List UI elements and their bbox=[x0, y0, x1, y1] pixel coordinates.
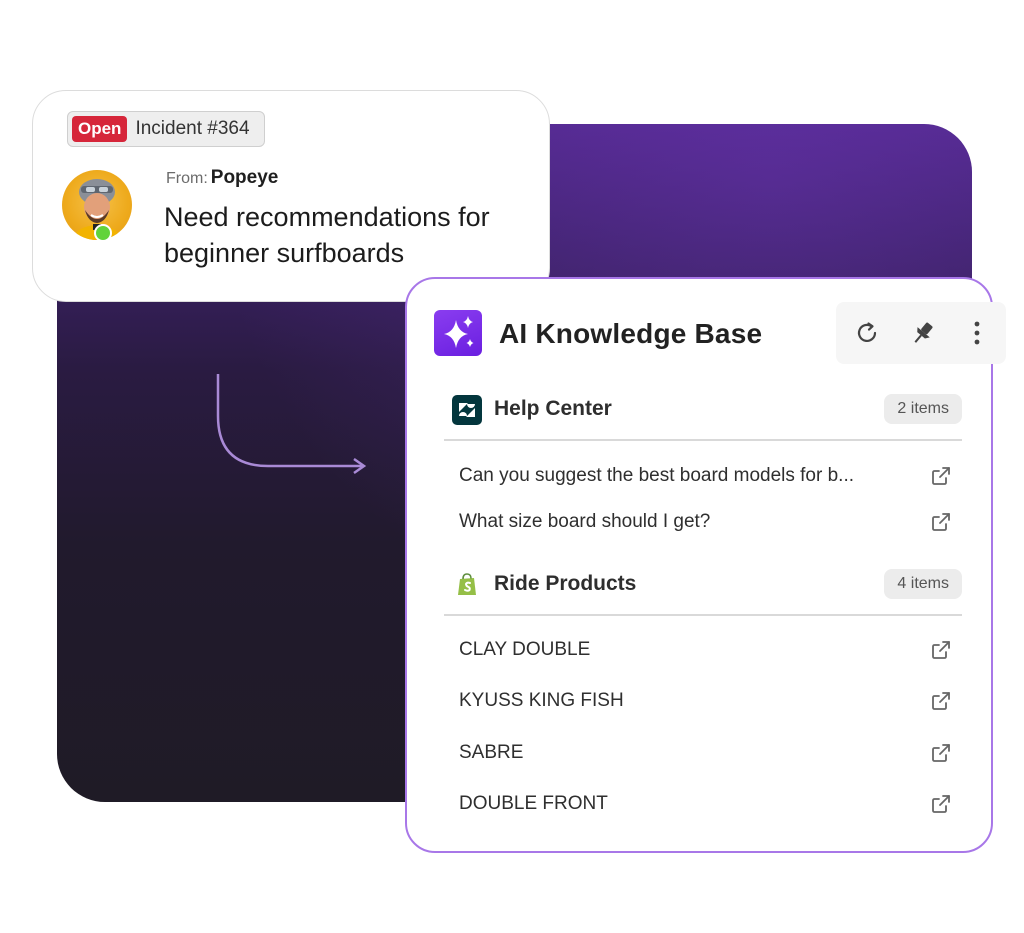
list-item[interactable]: KYUSS KING FISH bbox=[459, 686, 953, 716]
shopify-icon bbox=[452, 570, 482, 600]
online-status-dot bbox=[94, 224, 112, 242]
section-title: Help Center bbox=[494, 397, 612, 420]
section-title: Ride Products bbox=[494, 572, 637, 595]
item-count-badge: 2 items bbox=[884, 394, 962, 424]
external-link-icon[interactable] bbox=[929, 464, 953, 488]
list-item-label: KYUSS KING FISH bbox=[459, 690, 624, 711]
sender-name: Popeye bbox=[210, 167, 279, 188]
external-link-icon[interactable] bbox=[929, 510, 953, 534]
incident-header: Open Incident #364 bbox=[67, 111, 265, 147]
list-item-label: CLAY DOUBLE bbox=[459, 639, 591, 660]
incident-number: Incident #364 bbox=[135, 118, 250, 139]
list-item[interactable]: CLAY DOUBLE bbox=[459, 635, 953, 665]
list-item-label: SABRE bbox=[459, 742, 524, 763]
more-vertical-icon bbox=[974, 321, 980, 345]
message-text: Need recommendations for beginner surfbo… bbox=[164, 202, 490, 268]
external-link-icon[interactable] bbox=[929, 638, 953, 662]
list-item[interactable]: What size board should I get? bbox=[459, 507, 953, 537]
section-ride-products[interactable]: Ride Products 4 items bbox=[452, 567, 962, 607]
from-label: From: bbox=[166, 170, 208, 187]
refresh-button[interactable] bbox=[850, 316, 884, 350]
list-item[interactable]: DOUBLE FRONT bbox=[459, 789, 953, 819]
divider bbox=[444, 439, 962, 441]
refresh-icon bbox=[857, 322, 877, 342]
pin-icon bbox=[914, 322, 933, 343]
list-item-label: Can you suggest the best board models fo… bbox=[459, 465, 855, 486]
kb-header: AI Knowledge Base bbox=[434, 302, 1006, 364]
divider bbox=[444, 614, 962, 616]
more-options-button[interactable] bbox=[960, 316, 994, 350]
kb-toolbar bbox=[836, 302, 1006, 364]
external-link-icon[interactable] bbox=[929, 741, 953, 765]
kb-title: AI Knowledge Base bbox=[499, 318, 763, 349]
status-badge: Open bbox=[72, 116, 128, 142]
from-line: From: Popeye bbox=[166, 167, 278, 189]
external-link-icon[interactable] bbox=[929, 689, 953, 713]
list-item-label: DOUBLE FRONT bbox=[459, 793, 608, 814]
incident-card[interactable]: Open Incident #364 From: Popeye Need reco… bbox=[32, 90, 550, 302]
zendesk-icon bbox=[452, 395, 482, 425]
connector-arrow-icon bbox=[216, 374, 367, 475]
section-help-center[interactable]: Help Center 2 items bbox=[452, 392, 962, 432]
list-item-label: What size board should I get? bbox=[459, 511, 711, 532]
pin-button[interactable] bbox=[906, 316, 940, 350]
list-item[interactable]: Can you suggest the best board models fo… bbox=[459, 461, 953, 491]
external-link-icon[interactable] bbox=[929, 792, 953, 816]
sparkles-icon bbox=[434, 310, 482, 356]
item-count-badge: 4 items bbox=[884, 569, 962, 599]
ai-knowledge-base-panel: AI Knowledge Base Help Center 2 items Ca… bbox=[405, 277, 1006, 853]
list-item[interactable]: SABRE bbox=[459, 738, 953, 768]
